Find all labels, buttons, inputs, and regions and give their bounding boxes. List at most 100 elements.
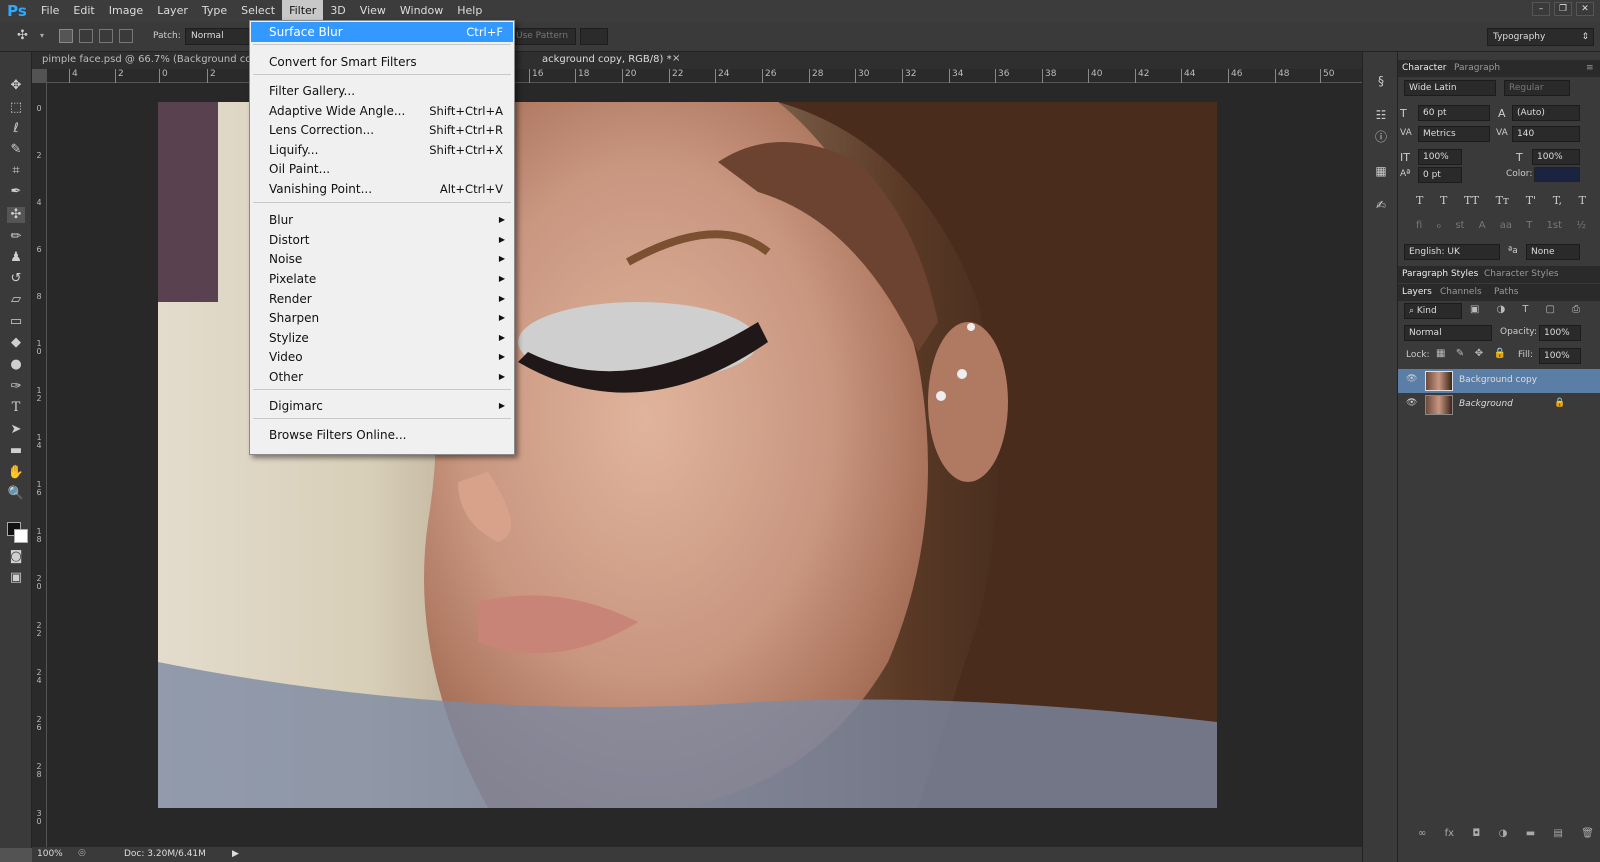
eyedropper-tool-icon[interactable]: ✒ bbox=[7, 184, 25, 200]
shape-filter-icon[interactable]: ▢ bbox=[1545, 304, 1554, 315]
ligatures-button[interactable]: fi bbox=[1416, 220, 1422, 231]
fx-icon[interactable]: fx bbox=[1445, 828, 1454, 839]
opacity-field[interactable]: 100% bbox=[1539, 325, 1581, 341]
move-tool-icon[interactable]: ✥ bbox=[7, 78, 25, 94]
properties-panel-icon[interactable]: ☷ bbox=[1372, 106, 1390, 124]
quick-mask-icon[interactable]: ◙ bbox=[7, 549, 25, 565]
quick-select-tool-icon[interactable]: ✎ bbox=[7, 142, 25, 158]
new-selection-icon[interactable] bbox=[59, 29, 73, 43]
font-family-select[interactable]: Wide Latin bbox=[1404, 80, 1496, 96]
chevron-down-icon[interactable]: ▾ bbox=[40, 31, 44, 40]
menu-layer[interactable]: Layer bbox=[150, 0, 195, 22]
filter-menu-item[interactable]: Other ▶ bbox=[251, 367, 513, 387]
filter-menu-item[interactable]: Surface Blur Ctrl+F bbox=[251, 22, 513, 42]
panel-menu-icon[interactable]: ≡ bbox=[1586, 63, 1594, 73]
pixel-filter-icon[interactable]: ▣ bbox=[1470, 304, 1479, 315]
lock-position-icon[interactable]: ✥ bbox=[1475, 348, 1483, 359]
history-panel-icon[interactable]: § bbox=[1372, 72, 1390, 90]
filter-menu-item[interactable]: Filter Gallery... bbox=[251, 81, 513, 101]
ordinals-button[interactable]: 1st bbox=[1547, 220, 1563, 231]
hand-tool-icon[interactable]: ✋ bbox=[7, 465, 25, 481]
zoom-tool-icon[interactable]: 🔍 bbox=[7, 486, 25, 502]
font-size-field[interactable]: 60 pt bbox=[1418, 105, 1490, 121]
patch-tool-icon[interactable]: ✣ bbox=[7, 207, 25, 223]
intersect-selection-icon[interactable] bbox=[119, 29, 133, 43]
fractions-button[interactable]: ½ bbox=[1576, 220, 1586, 231]
pattern-picker[interactable] bbox=[580, 28, 608, 45]
filter-menu-item[interactable]: Digimarc ▶ bbox=[251, 396, 513, 416]
discretionary-ligatures-button[interactable]: st bbox=[1455, 220, 1464, 231]
tab-paths[interactable]: Paths bbox=[1494, 287, 1518, 297]
lock-transparency-icon[interactable]: ▦ bbox=[1436, 348, 1445, 359]
adjustment-filter-icon[interactable]: ◑ bbox=[1497, 304, 1506, 315]
minimize-icon[interactable]: – bbox=[1532, 2, 1550, 16]
restore-icon[interactable]: ❐ bbox=[1554, 2, 1572, 16]
patch-tool-icon[interactable]: ✣ bbox=[17, 28, 28, 43]
dodge-tool-icon[interactable]: ● bbox=[7, 357, 25, 373]
visibility-eye-icon[interactable]: 👁 bbox=[1406, 374, 1417, 384]
menu-select[interactable]: Select bbox=[234, 0, 282, 22]
document-tab[interactable]: pimple face.psd @ 66.7% (Background copy… bbox=[32, 52, 1362, 69]
subscript-button[interactable]: T, bbox=[1553, 194, 1562, 207]
menu-type[interactable]: Type bbox=[195, 0, 234, 22]
use-pattern-button[interactable]: Use Pattern bbox=[510, 28, 576, 45]
tracking-field[interactable]: 140 bbox=[1512, 126, 1580, 142]
font-style-select[interactable]: Regular bbox=[1504, 80, 1570, 96]
filter-menu-item[interactable]: Liquify... Shift+Ctrl+X bbox=[251, 140, 513, 160]
lock-all-icon[interactable]: 🔒 bbox=[1494, 348, 1506, 359]
status-arrow-icon[interactable]: ▶ bbox=[232, 849, 239, 859]
swash-button[interactable]: A bbox=[1479, 220, 1486, 231]
shape-tool-icon[interactable]: ▬ bbox=[7, 443, 25, 459]
filter-menu-item[interactable]: Noise ▶ bbox=[251, 249, 513, 269]
new-layer-icon[interactable]: ▤ bbox=[1553, 828, 1562, 839]
brush-panel-icon[interactable]: ✍ bbox=[1372, 196, 1390, 214]
eraser-tool-icon[interactable]: ▱ bbox=[7, 292, 25, 308]
tab-layers[interactable]: Layers bbox=[1402, 287, 1432, 297]
swatches-panel-icon[interactable]: ▦ bbox=[1372, 162, 1390, 180]
background-color-swatch[interactable] bbox=[14, 529, 28, 543]
tab-paragraph-styles[interactable]: Paragraph Styles bbox=[1402, 269, 1478, 279]
lock-pixels-icon[interactable]: ✎ bbox=[1456, 348, 1464, 359]
faux-italic-button[interactable]: T bbox=[1440, 194, 1447, 207]
info-panel-icon[interactable]: ⓘ bbox=[1372, 128, 1390, 146]
layer-row-background-copy[interactable]: 👁 Background copy bbox=[1398, 369, 1600, 393]
kerning-field[interactable]: Metrics bbox=[1418, 126, 1490, 142]
faux-bold-button[interactable]: T bbox=[1416, 194, 1423, 207]
subtract-selection-icon[interactable] bbox=[99, 29, 113, 43]
clone-stamp-tool-icon[interactable]: ♟ bbox=[7, 250, 25, 266]
history-brush-tool-icon[interactable]: ↺ bbox=[7, 271, 25, 287]
crop-tool-icon[interactable]: ⌗ bbox=[7, 163, 25, 179]
fill-field[interactable]: 100% bbox=[1539, 348, 1581, 364]
zoom-level[interactable]: 100% bbox=[37, 849, 63, 859]
path-select-tool-icon[interactable]: ➤ bbox=[7, 422, 25, 438]
brush-tool-icon[interactable]: ✏ bbox=[7, 229, 25, 245]
visibility-eye-icon[interactable]: 👁 bbox=[1406, 398, 1417, 408]
antialias-select[interactable]: None bbox=[1526, 244, 1580, 260]
filter-menu-item[interactable]: Video ▶ bbox=[251, 347, 513, 367]
filter-menu-item[interactable]: Render ▶ bbox=[251, 289, 513, 309]
workspace-switcher[interactable]: Typography ⇕ bbox=[1487, 28, 1594, 46]
filter-menu-item[interactable]: Vanishing Point... Alt+Ctrl+V bbox=[251, 179, 513, 199]
filter-menu-item[interactable]: Distort ▶ bbox=[251, 230, 513, 250]
smart-object-filter-icon[interactable]: ⎙ bbox=[1572, 304, 1580, 315]
menu-3d[interactable]: 3D bbox=[323, 0, 352, 22]
patch-mode-dropdown[interactable]: Normal bbox=[185, 28, 251, 45]
layer-row-background[interactable]: 👁 Background 🔒 bbox=[1398, 393, 1600, 417]
horizontal-scale-field[interactable]: 100% bbox=[1532, 149, 1580, 165]
baseline-shift-field[interactable]: 0 pt bbox=[1418, 167, 1462, 183]
menu-edit[interactable]: Edit bbox=[66, 0, 101, 22]
filter-menu-item[interactable]: Pixelate ▶ bbox=[251, 269, 513, 289]
lasso-tool-icon[interactable]: ℓ bbox=[7, 121, 25, 137]
gradient-tool-icon[interactable]: ▭ bbox=[7, 314, 25, 330]
tab-paragraph[interactable]: Paragraph bbox=[1454, 63, 1500, 73]
tab-character-styles[interactable]: Character Styles bbox=[1484, 269, 1559, 279]
filter-menu-item[interactable]: Oil Paint... bbox=[251, 159, 513, 179]
all-caps-button[interactable]: TT bbox=[1464, 194, 1479, 207]
titling-button[interactable]: T bbox=[1526, 220, 1532, 231]
canvas-area[interactable] bbox=[47, 83, 1362, 847]
filter-menu-item[interactable]: Blur ▶ bbox=[251, 210, 513, 230]
filter-menu-item[interactable]: Adaptive Wide Angle... Shift+Ctrl+A bbox=[251, 101, 513, 121]
menu-file[interactable]: File bbox=[34, 0, 66, 22]
filter-menu-item[interactable]: Stylize ▶ bbox=[251, 328, 513, 348]
menu-view[interactable]: View bbox=[353, 0, 393, 22]
